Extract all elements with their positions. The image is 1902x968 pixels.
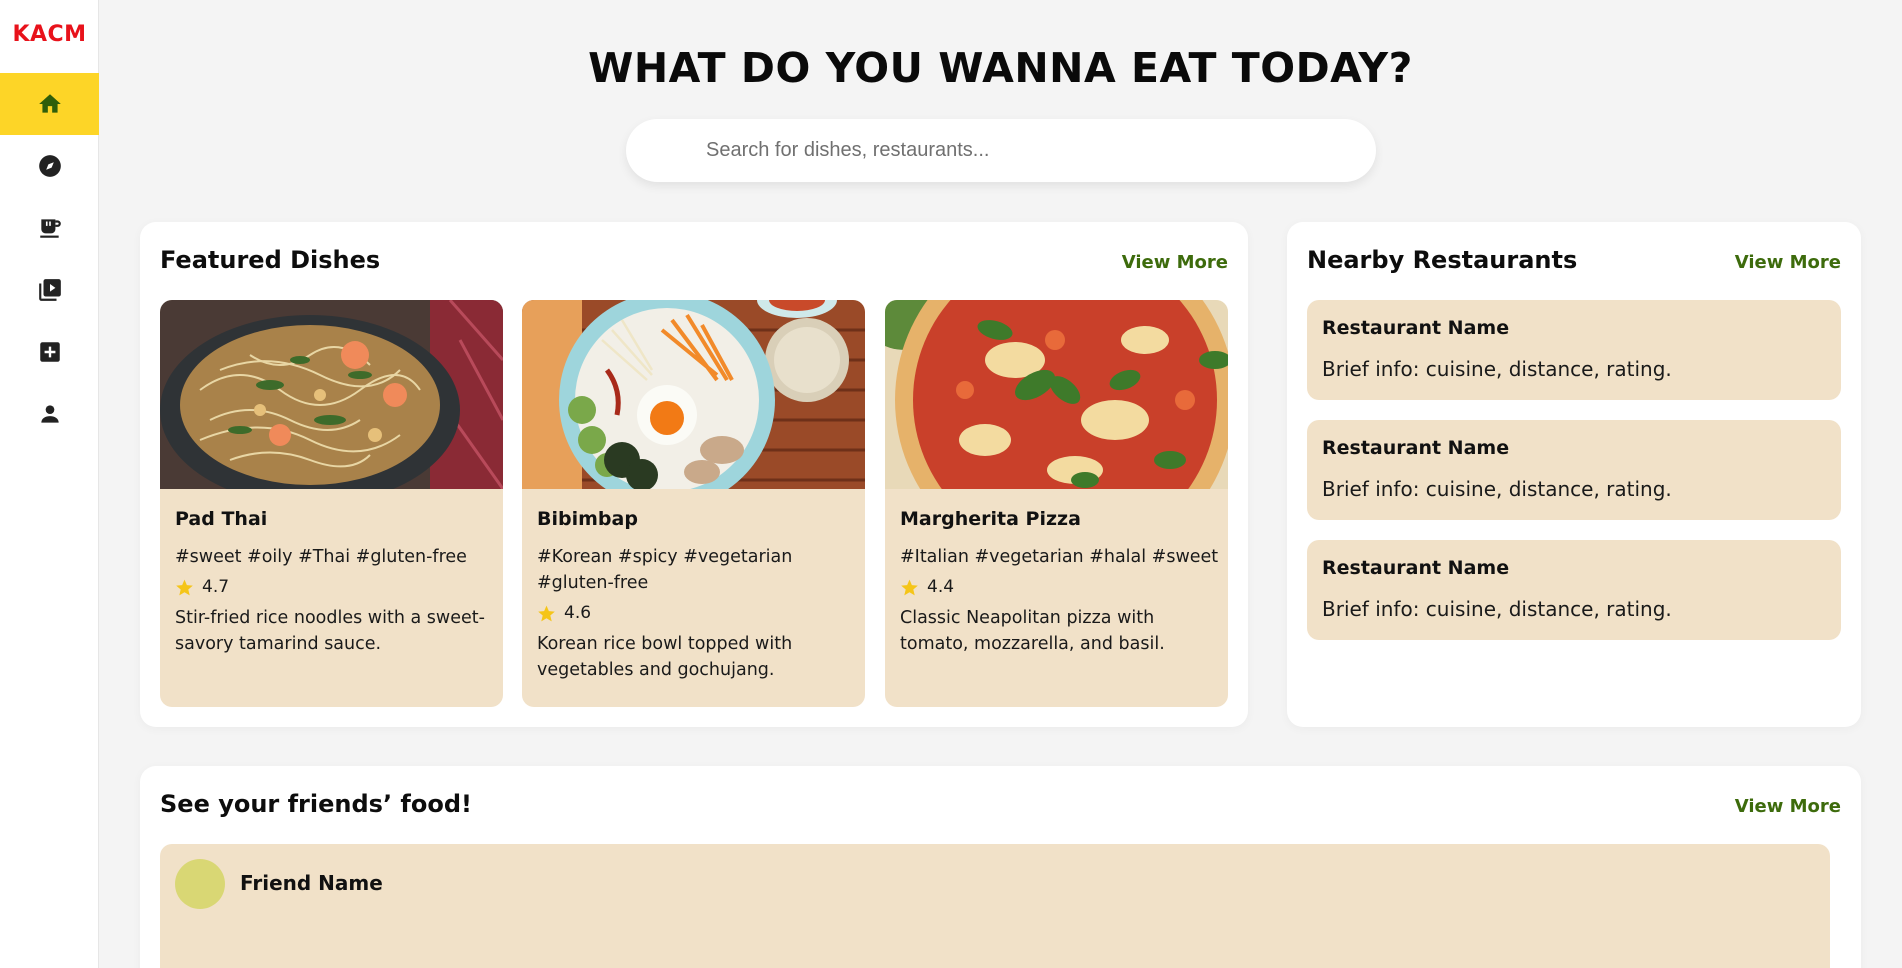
nearby-restaurants-panel: Nearby Restaurants View More Restaurant … [1287, 222, 1861, 727]
dish-name: Bibimbap [537, 508, 638, 530]
dish-description: Stir-fried rice noodles with a sweet-sav… [175, 608, 485, 654]
dish-card-margherita-pizza[interactable]: Margherita Pizza #Italian #vegetarian #h… [885, 300, 1228, 707]
search-input[interactable] [706, 119, 1346, 182]
dish-card-bibimbap[interactable]: Bibimbap #Korean #spicy #vegetarian #glu… [522, 300, 865, 707]
nearby-restaurants-title: Nearby Restaurants [1307, 246, 1578, 274]
bibimbap-image [522, 300, 865, 489]
page-title: WHAT DO YOU WANNA EAT TODAY? [588, 44, 1413, 92]
sidebar-item-add[interactable] [0, 321, 99, 383]
dish-card-pad-thai[interactable]: Pad Thai #sweet #oily #Thai #gluten-free… [160, 300, 503, 707]
star-icon [538, 605, 555, 621]
restaurant-info: Brief info: cuisine, distance, rating. [1322, 477, 1672, 501]
friends-food-panel: See your friends’ food! View More Friend… [140, 766, 1861, 968]
dish-rating: 4.7 [175, 577, 229, 597]
restaurant-card[interactable]: Restaurant Name Brief info: cuisine, dis… [1307, 540, 1841, 640]
star-icon [176, 579, 193, 595]
featured-dishes-title: Featured Dishes [160, 246, 381, 274]
featured-dishes-panel: Featured Dishes View More Pad Thai #swee… [140, 222, 1248, 727]
friend-name[interactable]: Friend Name [240, 871, 383, 895]
search-bar [626, 119, 1376, 182]
margherita-pizza-image [885, 300, 1228, 489]
avatar[interactable] [175, 859, 225, 909]
nearby-view-more-link[interactable]: View More [1735, 252, 1841, 273]
dish-name: Margherita Pizza [900, 508, 1081, 530]
app-logo[interactable]: KACM [0, 22, 99, 47]
sidebar: KACM [0, 0, 99, 968]
friends-view-more-link[interactable]: View More [1735, 796, 1841, 817]
restaurant-name: Restaurant Name [1322, 557, 1510, 579]
dish-name: Pad Thai [175, 508, 268, 530]
compass-icon [38, 155, 61, 177]
home-icon [38, 94, 61, 113]
friends-food-title: See your friends’ food! [160, 790, 472, 818]
pad-thai-image [160, 300, 503, 489]
restaurant-card[interactable]: Restaurant Name Brief info: cuisine, dis… [1307, 420, 1841, 520]
dish-rating: 4.4 [900, 577, 954, 597]
friend-post-card[interactable]: Friend Name [160, 844, 1830, 968]
sidebar-item-explore[interactable] [0, 135, 99, 197]
rating-value: 4.4 [927, 577, 955, 597]
video-library-icon [38, 279, 61, 301]
rating-value: 4.7 [202, 577, 230, 597]
sidebar-item-cafe[interactable] [0, 197, 99, 259]
sidebar-item-profile[interactable] [0, 383, 99, 445]
dish-tags: #Korean #spicy #vegetarian #gluten-free [537, 547, 793, 593]
coffee-cup-icon [39, 219, 61, 238]
dish-tags: #Italian #vegetarian #halal #sweet [900, 547, 1219, 567]
star-icon [901, 579, 918, 595]
dish-tags: #sweet #oily #Thai #gluten-free [175, 547, 467, 567]
restaurant-card[interactable]: Restaurant Name Brief info: cuisine, dis… [1307, 300, 1841, 400]
add-box-icon [39, 342, 60, 362]
restaurant-name: Restaurant Name [1322, 317, 1510, 339]
restaurant-info: Brief info: cuisine, distance, rating. [1322, 597, 1672, 621]
featured-view-more-link[interactable]: View More [1122, 252, 1228, 273]
rating-value: 4.6 [564, 603, 592, 623]
dish-description: Classic Neapolitan pizza with tomato, mo… [900, 608, 1165, 654]
restaurant-name: Restaurant Name [1322, 437, 1510, 459]
dish-rating: 4.6 [537, 603, 591, 623]
dish-description: Korean rice bowl topped with vegetables … [537, 634, 793, 680]
sidebar-item-home[interactable] [0, 73, 99, 135]
person-icon [40, 405, 59, 423]
sidebar-item-videos[interactable] [0, 259, 99, 321]
restaurant-info: Brief info: cuisine, distance, rating. [1322, 357, 1672, 381]
